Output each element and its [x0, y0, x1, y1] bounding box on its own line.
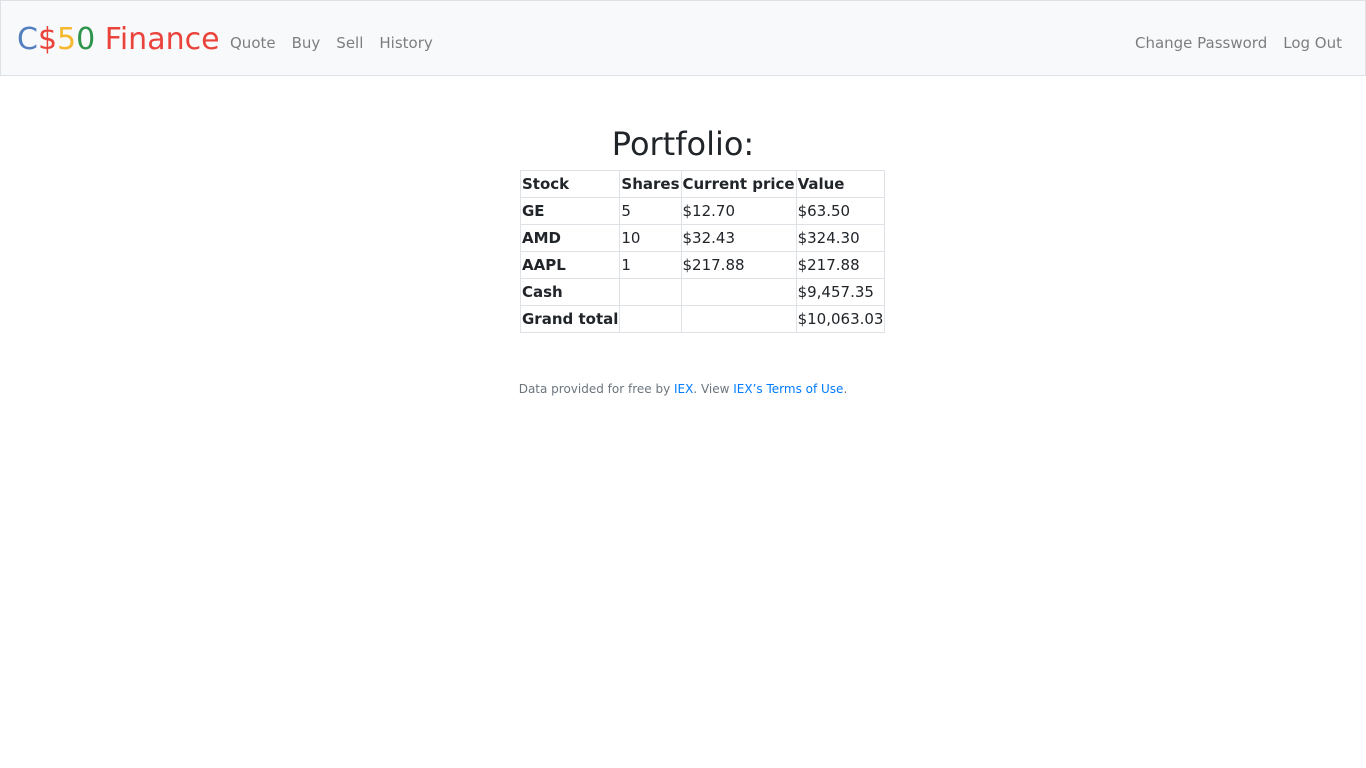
iex-link[interactable]: IEX — [674, 382, 693, 396]
cell-value: $9,457.35 — [795, 278, 886, 306]
table-row-cash: Cash $9,457.35 — [519, 278, 886, 306]
cell-shares — [619, 278, 682, 306]
brand-logo-link[interactable]: C$50 Finance — [17, 20, 220, 60]
portfolio-table: Stock Shares Current price Value GE 5 $1… — [519, 170, 886, 333]
cell-value: $217.88 — [795, 251, 886, 279]
nav-right-links: Change Password Log Out — [1135, 33, 1342, 53]
brand-word-finance: Finance — [95, 22, 220, 57]
nav-link-buy[interactable]: Buy — [292, 33, 321, 53]
nav-link-change-password[interactable]: Change Password — [1135, 33, 1267, 53]
cell-stock: Cash — [519, 278, 621, 306]
page-title: Portfolio: — [611, 125, 755, 163]
cell-shares: 10 — [619, 224, 682, 252]
cell-current-price: $217.88 — [680, 251, 797, 279]
cell-shares: 1 — [619, 251, 682, 279]
table-row: GE 5 $12.70 $63.50 — [519, 197, 886, 225]
header-shares: Shares — [619, 170, 682, 198]
nav-left-links: Quote Buy Sell History — [230, 33, 433, 53]
cell-stock: GE — [519, 197, 621, 225]
header-current-price: Current price — [680, 170, 797, 198]
cell-value: $10,063.03 — [795, 305, 886, 333]
brand-letter-dollar: $ — [37, 22, 58, 57]
cell-shares: 5 — [619, 197, 682, 225]
brand-letter-zero: 0 — [76, 22, 96, 57]
header-stock: Stock — [519, 170, 621, 198]
cell-current-price — [680, 305, 797, 333]
cell-value: $324.30 — [795, 224, 886, 252]
nav-link-log-out[interactable]: Log Out — [1283, 33, 1342, 53]
footer-prefix: Data provided for free by — [518, 382, 674, 396]
nav-link-sell[interactable]: Sell — [336, 33, 363, 53]
table-row: AMD 10 $32.43 $324.30 — [519, 224, 886, 252]
nav-link-history[interactable]: History — [379, 33, 432, 53]
cell-stock: AMD — [519, 224, 621, 252]
cell-stock: Grand total — [519, 305, 621, 333]
header-value: Value — [795, 170, 886, 198]
footer: Data provided for free by IEX. View IEX’… — [0, 382, 1366, 396]
cell-shares — [619, 305, 682, 333]
cell-stock: AAPL — [519, 251, 621, 279]
nav-link-quote[interactable]: Quote — [230, 33, 276, 53]
iex-terms-link[interactable]: IEX’s Terms of Use — [733, 382, 843, 396]
cell-current-price: $32.43 — [680, 224, 797, 252]
brand-letter-c: C — [17, 22, 38, 57]
cell-value: $63.50 — [795, 197, 886, 225]
cell-current-price: $12.70 — [680, 197, 797, 225]
cell-current-price — [680, 278, 797, 306]
table-row: AAPL 1 $217.88 $217.88 — [519, 251, 886, 279]
table-row-grand-total: Grand total $10,063.03 — [519, 305, 886, 333]
footer-middle: . View — [693, 382, 734, 396]
table-header-row: Stock Shares Current price Value — [519, 170, 886, 198]
footer-suffix: . — [843, 382, 848, 396]
brand-letter-five: 5 — [57, 22, 77, 57]
navbar: C$50 Finance Quote Buy Sell History Chan… — [0, 0, 1366, 76]
